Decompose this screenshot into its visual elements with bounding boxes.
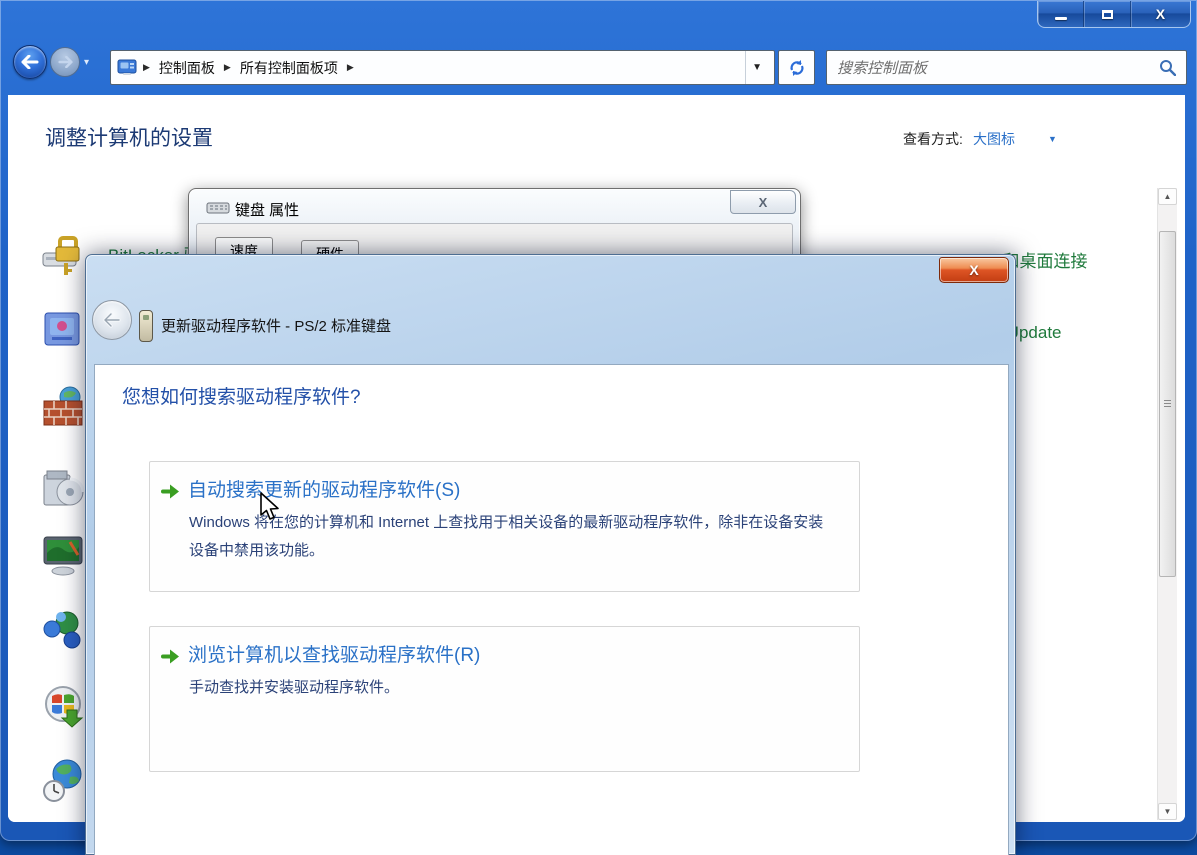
vertical-scrollbar[interactable]: ▲ ▼ [1157,188,1177,820]
view-by-label: 查看方式: [903,129,963,149]
default-programs-item[interactable] [40,607,88,653]
windows-update-item[interactable] [40,683,88,729]
minimize-icon [1055,17,1067,20]
control-panel-icon [117,59,137,76]
keyboard-dialog-close-button[interactable]: X [730,190,796,214]
scroll-up-icon: ▲ [1164,192,1172,201]
wizard-heading: 您想如何搜索驱动程序软件? [122,382,361,409]
page-title: 调整计算机的设置 [45,122,213,152]
maximize-button[interactable] [1084,1,1130,27]
option-search-automatically[interactable]: 自动搜索更新的驱动程序软件(S) Windows 将在您的计算机和 Intern… [149,461,860,592]
windows-update-icon [40,683,88,729]
wizard-close-button[interactable]: X [939,257,1009,283]
breadcrumb-all-items[interactable]: 所有控制面板项 [237,56,341,80]
breadcrumb-separator-icon: ▶ [143,62,150,73]
address-dropdown-icon[interactable]: ▼ [745,51,768,84]
close-window-button[interactable]: X [1131,1,1190,27]
view-by-value-link[interactable]: 大图标 [973,129,1015,149]
recent-pages-chevron-icon[interactable]: ▾ [84,57,89,68]
keyboard-icon [206,201,230,215]
programs-features-item[interactable] [40,465,88,511]
date-time-icon [40,757,88,803]
close-icon: X [1156,6,1165,22]
personalization-icon [40,533,88,579]
option-browse-computer[interactable]: 浏览计算机以查找驱动程序软件(R) 手动查找并安装驱动程序软件。 [149,626,860,772]
maximize-icon [1102,10,1113,19]
minimize-button[interactable] [1038,1,1084,27]
scroll-down-icon: ▼ [1164,807,1172,816]
back-arrow-icon [21,55,39,69]
option-search-automatically-title: 自动搜索更新的驱动程序软件(S) [188,475,460,502]
scroll-down-button[interactable]: ▼ [1158,803,1177,820]
wizard-back-button[interactable] [92,300,132,340]
breadcrumb-separator-icon[interactable]: ▶ [347,62,354,73]
refresh-button[interactable] [778,50,815,85]
forward-button[interactable] [50,47,80,77]
default-programs-icon [40,607,88,653]
bitlocker-item[interactable] [40,235,88,281]
option-browse-computer-title: 浏览计算机以查找驱动程序软件(R) [188,640,480,667]
update-driver-wizard: X 更新驱动程序软件 - PS/2 标准键盘 您想如何搜索驱动程序软件? 自动搜… [85,254,1016,855]
firewall-icon [40,383,88,429]
refresh-icon [788,59,806,77]
scrollbar-grip-icon [1164,400,1171,408]
search-icon[interactable] [1159,59,1176,76]
forward-arrow-icon [58,56,73,68]
option-browse-computer-description: 手动查找并安装驱动程序软件。 [189,674,834,702]
wizard-back-arrow-icon [102,312,122,328]
option-search-automatically-description: Windows 将在您的计算机和 Internet 上查找用于相关设备的最新驱动… [189,509,834,565]
date-time-item[interactable] [40,757,88,803]
scrollbar-track[interactable] [1158,205,1177,803]
search-box[interactable]: 搜索控制面板 [826,50,1187,85]
scrollbar-thumb[interactable] [1159,231,1176,577]
cardspace-item[interactable] [40,307,88,353]
driver-icon [139,310,153,342]
firewall-item[interactable] [40,383,88,429]
personalization-item[interactable] [40,533,88,579]
breadcrumb-control-panel[interactable]: 控制面板 [156,56,218,80]
programs-features-icon [40,465,88,511]
wizard-content: 您想如何搜索驱动程序软件? 自动搜索更新的驱动程序软件(S) Windows 将… [94,364,1009,855]
green-arrow-icon [161,648,181,665]
bitlocker-icon [40,235,88,281]
cardspace-icon [40,307,86,351]
window-caption-buttons: X [1037,1,1191,28]
mouse-cursor [258,492,284,527]
back-button[interactable] [13,45,47,79]
scroll-up-button[interactable]: ▲ [1158,188,1177,205]
search-placeholder: 搜索控制面板 [837,57,1159,78]
breadcrumb-separator-icon[interactable]: ▶ [224,62,231,73]
address-bar[interactable]: ▶ 控制面板 ▶ 所有控制面板项 ▶ ▼ [110,50,775,85]
wizard-title: 更新驱动程序软件 - PS/2 标准键盘 [161,315,391,336]
green-arrow-icon [161,483,181,500]
view-by-dropdown-icon[interactable]: ▼ [1048,134,1057,144]
keyboard-dialog-title: 键盘 属性 [235,199,299,220]
